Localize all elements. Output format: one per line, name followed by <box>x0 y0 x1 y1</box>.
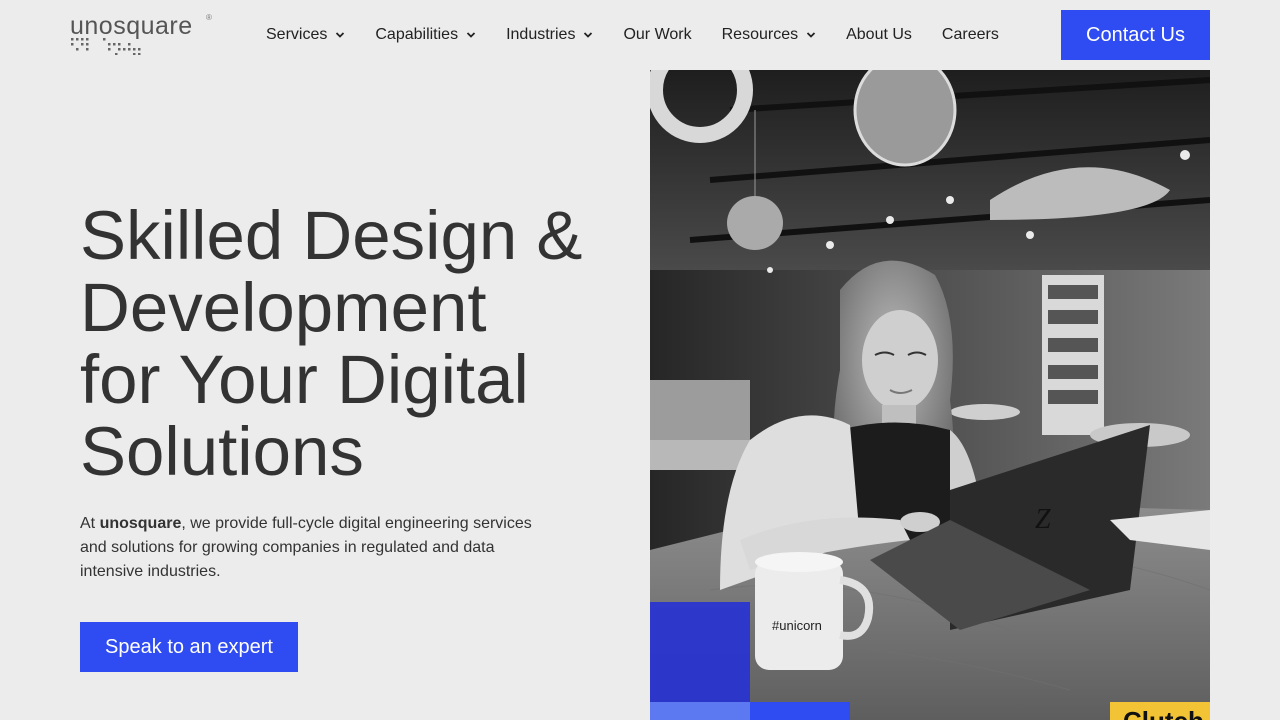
chevron-down-icon <box>806 32 816 38</box>
nav-item-label: Industries <box>506 26 576 43</box>
chevron-down-icon <box>466 32 476 38</box>
mug-text: #unicorn <box>772 618 822 633</box>
logo-dots-icon <box>71 38 141 55</box>
nav-item-about-us[interactable]: About Us <box>846 24 912 46</box>
hero-desc-brand: unosquare <box>99 515 182 532</box>
nav-item-label: About Us <box>846 26 912 43</box>
nav-item-capabilities[interactable]: Capabilities <box>375 24 476 46</box>
speak-to-expert-button[interactable]: Speak to an expert <box>80 622 298 672</box>
main-nav: Services Capabilities Industries Our Wor… <box>266 24 1029 46</box>
clutch-badge-text: Clutch <box>1123 706 1204 720</box>
nav-item-our-work[interactable]: Our Work <box>623 24 691 46</box>
hero-description: At unosquare, we provide full-cycle digi… <box>80 512 550 584</box>
chevron-down-icon <box>584 32 593 38</box>
nav-item-label: Services <box>266 26 328 43</box>
hero-title-line: Solutions <box>80 413 364 490</box>
chevron-down-icon <box>336 32 345 38</box>
svg-text:Z: Z <box>1035 504 1051 535</box>
hero-title-line: for Your Digital <box>80 341 529 418</box>
nav-item-label: Capabilities <box>375 26 459 43</box>
hero-title: Skilled Design & Development for Your Di… <box>80 200 640 488</box>
unosquare-logo[interactable]: unosquare ® <box>70 13 215 58</box>
hero-title-line: Skilled Design & <box>80 197 583 274</box>
office-photo-illustration: Z #unicorn Clutch <box>650 70 1210 720</box>
hero-photo: Z #unicorn Clutch <box>650 70 1210 720</box>
nav-item-label: Our Work <box>623 26 692 43</box>
site-header: unosquare ® Services Capabilities Indust… <box>0 0 1280 70</box>
hero-title-line: Development <box>80 269 487 346</box>
contact-us-button[interactable]: Contact Us <box>1061 10 1210 60</box>
hero-desc-prefix: At <box>80 515 100 532</box>
registered-mark: ® <box>206 13 212 22</box>
logo-wordmark: unosquare <box>70 12 193 40</box>
nav-item-label: Resources <box>721 26 799 43</box>
nav-item-careers[interactable]: Careers <box>942 24 999 46</box>
nav-item-industries[interactable]: Industries <box>506 24 593 46</box>
nav-item-resources[interactable]: Resources <box>722 24 816 46</box>
nav-item-services[interactable]: Services <box>266 24 345 46</box>
nav-item-label: Careers <box>941 26 999 43</box>
